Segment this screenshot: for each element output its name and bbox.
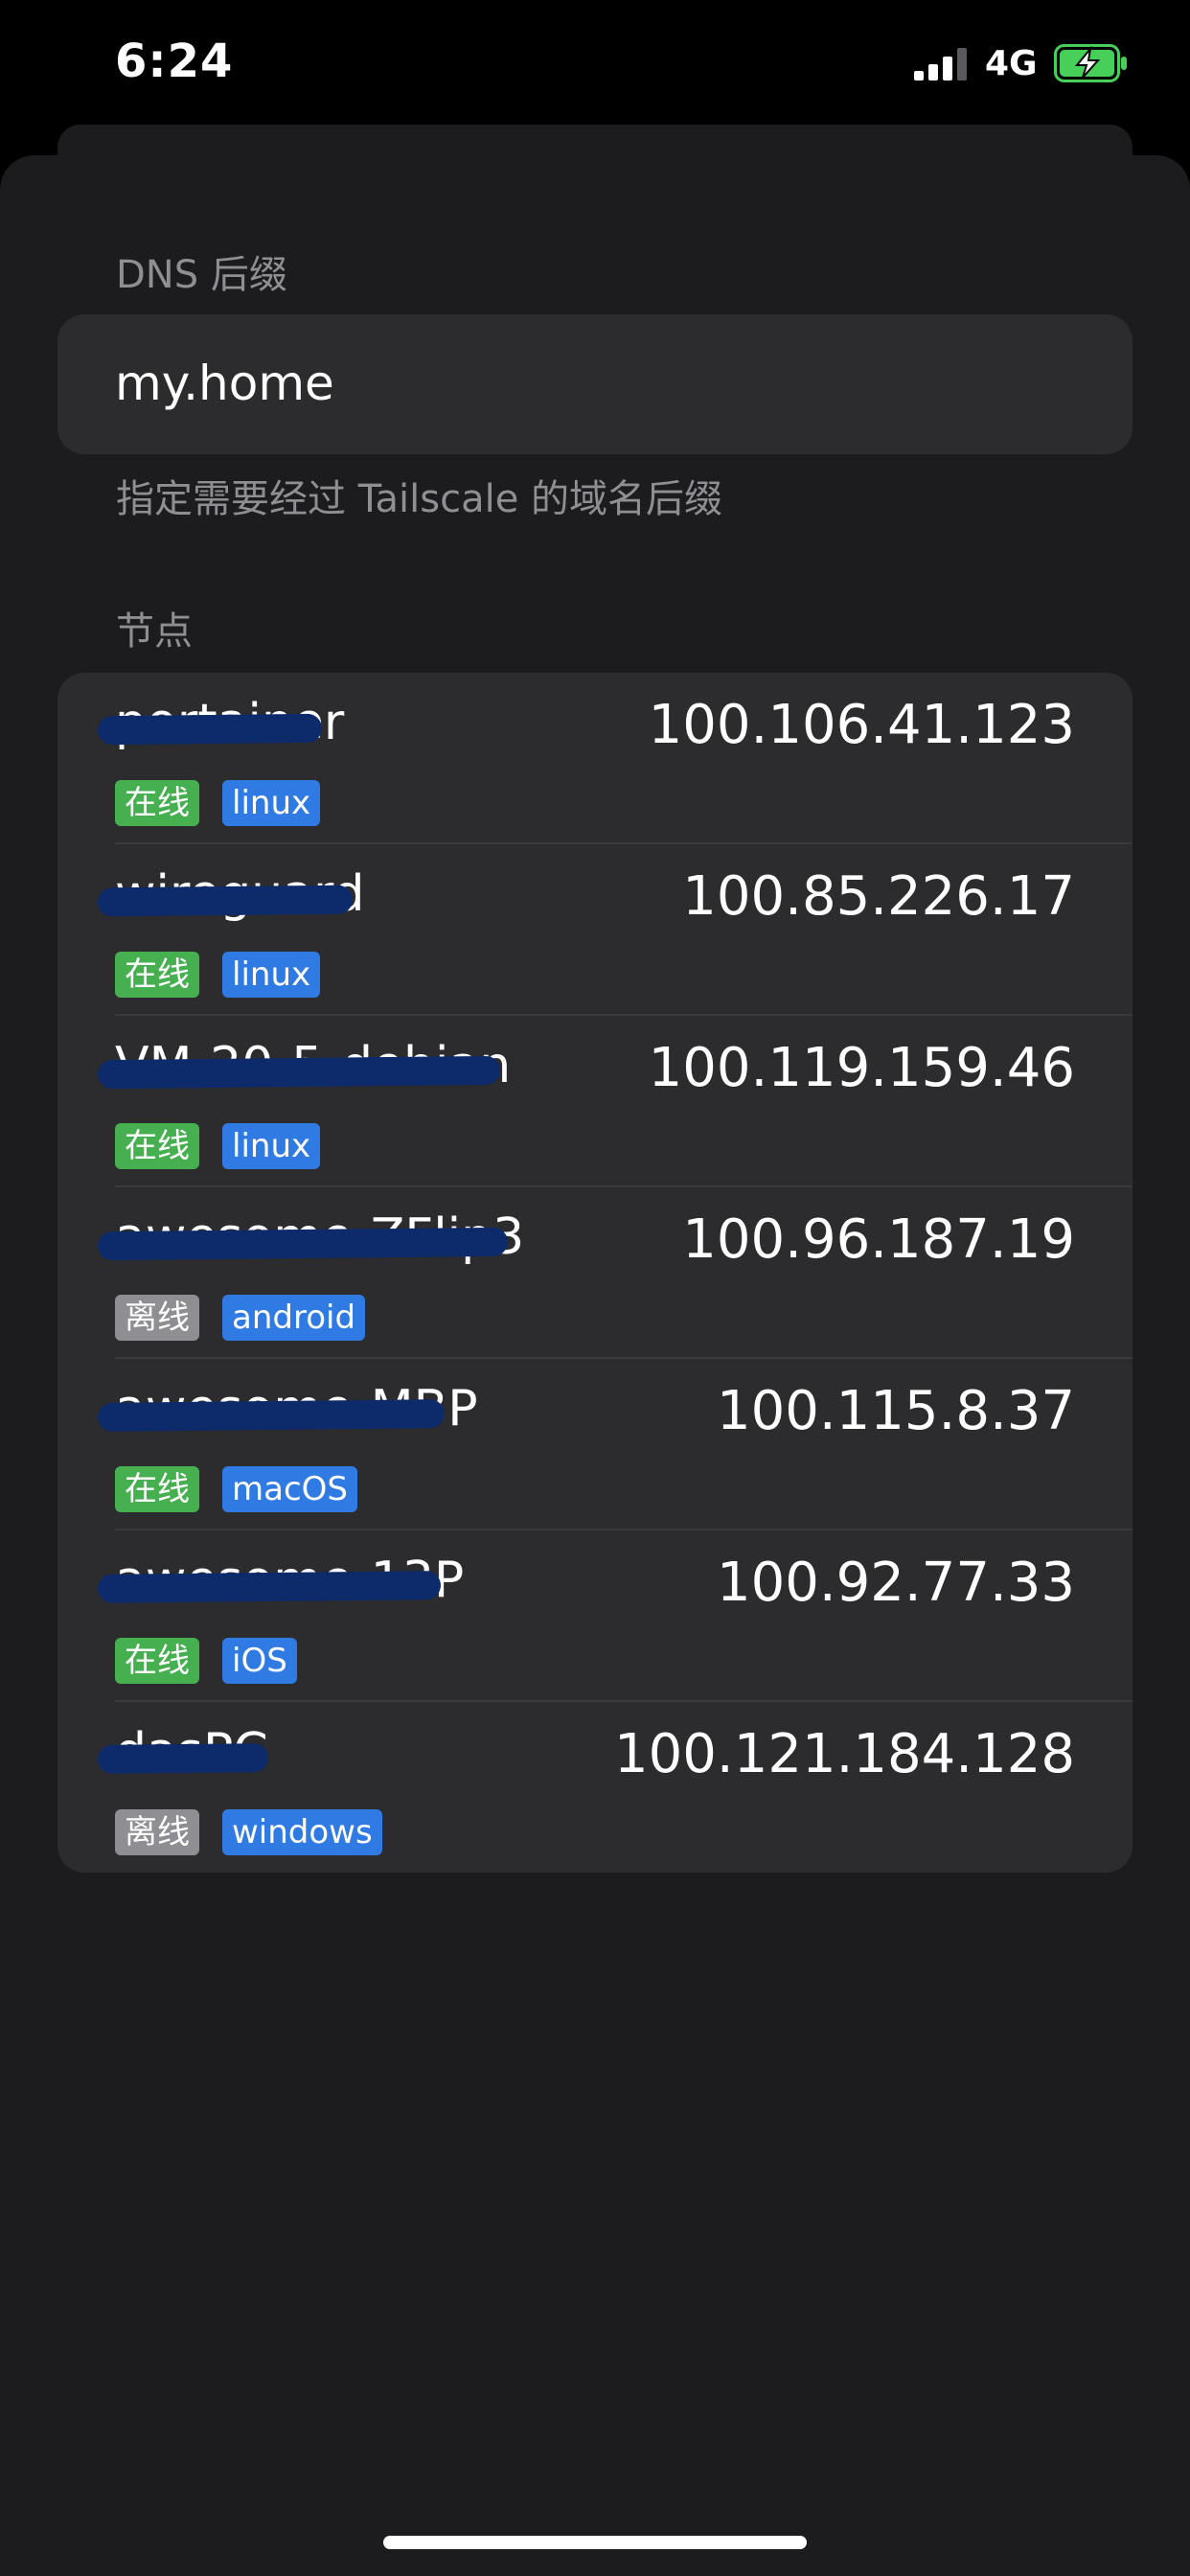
- node-row[interactable]: awesome-ZFlip3 100.96.187.19 离线 android: [57, 1187, 1133, 1359]
- node-row[interactable]: awesome-MBP 100.115.8.37 在线 macOS: [57, 1359, 1133, 1530]
- node-row[interactable]: wireguard 100.85.226.17 在线 linux: [57, 844, 1133, 1016]
- status-badge: 在线: [115, 952, 199, 998]
- redaction-mark: [97, 1227, 509, 1261]
- node-ip: 100.115.8.37: [716, 1380, 1075, 1442]
- redaction-mark: [97, 1743, 269, 1774]
- node-badges: 在线 linux: [115, 780, 321, 826]
- node-ip: 100.121.184.128: [614, 1723, 1075, 1785]
- status-badge: 离线: [115, 1295, 199, 1341]
- status-badge: 在线: [115, 780, 199, 826]
- screen: 6:24 4G DNS 后缀 指定需要经过 Tailscale 的域名后缀 节点…: [0, 0, 1190, 2576]
- network-type: 4G: [985, 44, 1038, 83]
- redaction-mark: [97, 1399, 446, 1432]
- os-badge: macOS: [222, 1466, 357, 1512]
- os-badge: android: [222, 1295, 366, 1341]
- node-row[interactable]: VM-20-5-debian 100.119.159.46 在线 linux: [57, 1016, 1133, 1187]
- status-badge: 离线: [115, 1809, 199, 1855]
- node-ip: 100.85.226.17: [682, 865, 1075, 928]
- nodes-section-title: 节点: [116, 610, 193, 654]
- status-badge: 在线: [115, 1466, 199, 1512]
- node-ip: 100.92.77.33: [716, 1552, 1075, 1614]
- node-row[interactable]: dasPC 100.121.184.128 离线 windows: [57, 1702, 1133, 1873]
- os-badge: linux: [222, 1123, 321, 1169]
- node-list: portainer 100.106.41.123 在线 linux wiregu…: [57, 673, 1133, 1873]
- dns-suffix-card: [57, 314, 1133, 454]
- node-badges: 在线 linux: [115, 1123, 321, 1169]
- redaction-mark: [97, 1055, 501, 1090]
- node-ip: 100.106.41.123: [648, 694, 1075, 756]
- os-badge: iOS: [222, 1638, 297, 1684]
- node-ip: 100.96.187.19: [682, 1208, 1075, 1271]
- dns-section-title: DNS 后缀: [116, 253, 287, 297]
- redaction-mark: [97, 885, 354, 917]
- dns-footer-hint: 指定需要经过 Tailscale 的域名后缀: [116, 477, 723, 521]
- node-badges: 离线 android: [115, 1295, 366, 1341]
- dns-suffix-input[interactable]: [115, 345, 1073, 422]
- node-row[interactable]: portainer 100.106.41.123 在线 linux: [57, 673, 1133, 844]
- os-badge: linux: [222, 952, 321, 998]
- status-time: 6:24: [115, 34, 234, 88]
- redaction-mark: [97, 713, 323, 746]
- status-bar: 6:24 4G: [0, 0, 1190, 134]
- node-badges: 在线 linux: [115, 952, 321, 998]
- os-badge: windows: [222, 1809, 382, 1855]
- redaction-mark: [97, 1571, 442, 1603]
- signal-bars-icon: [914, 48, 967, 80]
- os-badge: linux: [222, 780, 321, 826]
- status-badge: 在线: [115, 1638, 199, 1684]
- settings-sheet: DNS 后缀 指定需要经过 Tailscale 的域名后缀 节点 portain…: [0, 155, 1190, 2576]
- status-badge: 在线: [115, 1123, 199, 1169]
- node-badges: 在线 macOS: [115, 1466, 357, 1512]
- battery-charging-icon: [1054, 44, 1127, 82]
- node-row[interactable]: awesome-13P 100.92.77.33 在线 iOS: [57, 1530, 1133, 1702]
- home-indicator[interactable]: [383, 2536, 807, 2549]
- node-badges: 在线 iOS: [115, 1638, 297, 1684]
- node-ip: 100.119.159.46: [648, 1037, 1075, 1099]
- node-badges: 离线 windows: [115, 1809, 382, 1855]
